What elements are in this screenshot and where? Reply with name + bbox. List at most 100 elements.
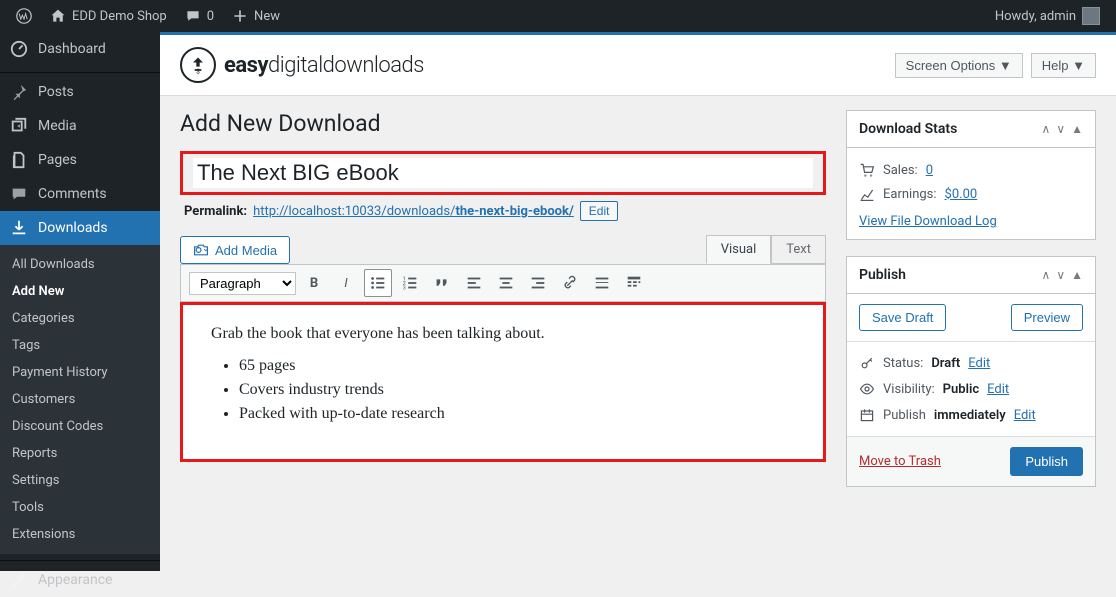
submenu-customers[interactable]: Customers: [0, 386, 160, 413]
move-up-icon[interactable]: ∧: [1042, 122, 1051, 136]
site-name-link[interactable]: EDD Demo Shop: [42, 0, 175, 32]
download-stats-box: Download Stats ∧ ∨ ▲ Sales: 0: [846, 110, 1096, 240]
menu-comments[interactable]: Comments: [0, 177, 160, 211]
submenu-extensions[interactable]: Extensions: [0, 521, 160, 548]
edit-visibility-link[interactable]: Edit: [987, 382, 1009, 397]
calendar-icon: [859, 407, 875, 423]
readmore-button[interactable]: [588, 269, 616, 297]
earnings-label: Earnings:: [883, 187, 937, 202]
page-title: Add New Download: [180, 110, 826, 137]
submenu-reports[interactable]: Reports: [0, 440, 160, 467]
move-down-icon[interactable]: ∨: [1056, 268, 1065, 282]
submenu-add-new[interactable]: Add New: [0, 278, 160, 305]
toolbar-toggle-button[interactable]: [620, 269, 648, 297]
align-left-button[interactable]: [460, 269, 488, 297]
submenu-payment-history[interactable]: Payment History: [0, 359, 160, 386]
submenu-categories[interactable]: Categories: [0, 305, 160, 332]
pin-icon: [10, 83, 28, 101]
brush-icon: [10, 571, 28, 589]
screen-options-button[interactable]: Screen Options ▼: [895, 53, 1023, 78]
visibility-value: Public: [943, 382, 979, 397]
menu-dashboard[interactable]: Dashboard: [0, 32, 160, 66]
media-icon: [10, 117, 28, 135]
home-icon: [50, 8, 66, 24]
submenu-settings[interactable]: Settings: [0, 467, 160, 494]
earnings-value-link[interactable]: $0.00: [945, 187, 978, 202]
title-highlight-box: [180, 151, 826, 195]
editor-content-area[interactable]: Grab the book that everyone has been tal…: [180, 302, 826, 462]
italic-button[interactable]: I: [332, 269, 360, 297]
eye-icon: [859, 381, 875, 397]
menu-posts[interactable]: Posts: [0, 75, 160, 109]
camera-icon: [193, 242, 209, 258]
numbered-list-button[interactable]: 123: [396, 269, 424, 297]
new-content-link[interactable]: New: [224, 0, 288, 32]
edd-logo-icon: $: [180, 47, 216, 83]
chart-icon: [859, 186, 875, 202]
admin-sidebar: Dashboard Posts Media Pages Comments Dow…: [0, 32, 160, 571]
key-icon: [859, 355, 875, 371]
move-to-trash-link[interactable]: Move to Trash: [859, 454, 941, 469]
submenu-tools[interactable]: Tools: [0, 494, 160, 521]
comments-count: 0: [207, 9, 214, 24]
bold-button[interactable]: B: [300, 269, 328, 297]
schedule-value: immediately: [934, 408, 1006, 423]
avatar-icon: [1082, 7, 1100, 25]
permalink-edit-button[interactable]: Edit: [580, 201, 619, 221]
comments-link[interactable]: 0: [177, 0, 222, 32]
bullet-list-button[interactable]: [364, 269, 392, 297]
preview-button[interactable]: Preview: [1011, 304, 1083, 331]
toggle-panel-icon[interactable]: ▲: [1071, 268, 1083, 282]
edit-status-link[interactable]: Edit: [968, 356, 990, 371]
menu-appearance[interactable]: Appearance: [0, 563, 160, 597]
brand-title: easydigitaldownloads: [224, 53, 424, 78]
content-bullet: Packed with up-to-date research: [239, 405, 795, 423]
move-up-icon[interactable]: ∧: [1042, 268, 1051, 282]
editor-toolbar: Paragraph B I 123: [180, 264, 826, 302]
download-log-link[interactable]: View File Download Log: [859, 214, 997, 229]
status-value: Draft: [931, 356, 960, 371]
user-greeting[interactable]: Howdy, admin: [987, 0, 1108, 32]
menu-pages[interactable]: Pages: [0, 143, 160, 177]
menu-media[interactable]: Media: [0, 109, 160, 143]
save-draft-button[interactable]: Save Draft: [859, 304, 946, 331]
comment-icon: [10, 185, 28, 203]
publish-box: Publish ∧ ∨ ▲ Save Draft Preview: [846, 256, 1096, 487]
move-down-icon[interactable]: ∨: [1056, 122, 1065, 136]
blockquote-button[interactable]: [428, 269, 456, 297]
help-button[interactable]: Help ▼: [1031, 53, 1096, 78]
format-select[interactable]: Paragraph: [189, 272, 296, 295]
cart-icon: [859, 162, 875, 178]
content-intro: Grab the book that everyone has been tal…: [211, 325, 795, 343]
new-label: New: [254, 9, 280, 24]
tab-text[interactable]: Text: [771, 235, 826, 264]
sales-value-link[interactable]: 0: [926, 163, 933, 178]
menu-downloads[interactable]: Downloads: [0, 211, 160, 245]
toggle-panel-icon[interactable]: ▲: [1071, 122, 1083, 136]
comment-icon: [185, 8, 201, 24]
wp-logo[interactable]: [8, 0, 40, 32]
svg-text:$: $: [196, 67, 200, 75]
content-bullet: 65 pages: [239, 357, 795, 375]
submenu-tags[interactable]: Tags: [0, 332, 160, 359]
plus-icon: [232, 8, 248, 24]
edit-schedule-link[interactable]: Edit: [1014, 408, 1036, 423]
publish-title: Publish: [859, 267, 906, 283]
sales-label: Sales:: [883, 163, 918, 178]
link-button[interactable]: [556, 269, 584, 297]
stats-title: Download Stats: [859, 121, 957, 137]
submenu-downloads: All Downloads Add New Categories Tags Pa…: [0, 245, 160, 554]
publish-button[interactable]: Publish: [1010, 447, 1083, 476]
tab-visual[interactable]: Visual: [706, 235, 772, 264]
align-right-button[interactable]: [524, 269, 552, 297]
align-center-button[interactable]: [492, 269, 520, 297]
submenu-all-downloads[interactable]: All Downloads: [0, 251, 160, 278]
site-name: EDD Demo Shop: [72, 9, 167, 24]
permalink-link[interactable]: http://localhost:10033/downloads/the-nex…: [253, 204, 574, 219]
download-icon: [10, 219, 28, 237]
content-bullet: Covers industry trends: [239, 381, 795, 399]
submenu-discount-codes[interactable]: Discount Codes: [0, 413, 160, 440]
permalink-label: Permalink:: [184, 204, 247, 219]
title-input[interactable]: [193, 158, 813, 188]
add-media-button[interactable]: Add Media: [180, 236, 290, 264]
